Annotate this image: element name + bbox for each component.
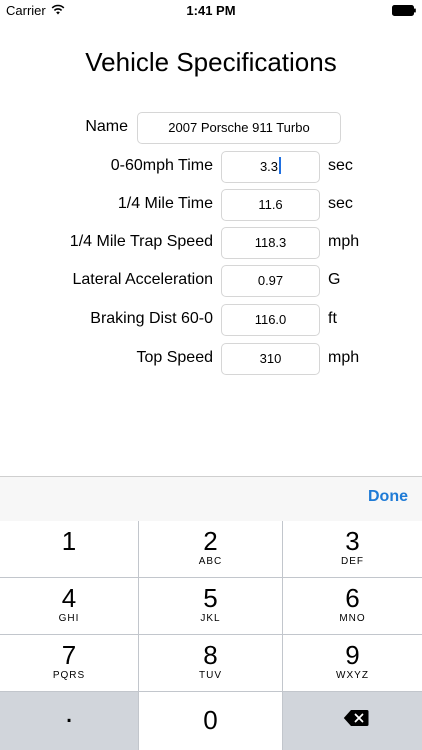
key-6[interactable]: 6 MNO: [283, 578, 422, 634]
key-digit: 6: [345, 583, 360, 613]
key-letters: ABC: [198, 556, 223, 567]
key-digit: 5: [203, 583, 218, 613]
screen: Carrier 1:41 PM Vehicle Specifications N…: [0, 0, 422, 750]
spec-row-lateral-acceleration: Lateral Acceleration 0.97 G: [0, 265, 422, 297]
spec-label: Braking Dist 60-0: [90, 310, 213, 327]
key-letters: GHI: [58, 613, 80, 624]
key-digit: 9: [345, 640, 360, 670]
key-3[interactable]: 3 DEF: [283, 521, 422, 577]
key-letters: JKL: [200, 613, 221, 624]
name-row: Name 2007 Porsche 911 Turbo: [0, 112, 422, 144]
key-0[interactable]: 0: [139, 692, 282, 750]
status-time: 1:41 PM: [186, 3, 236, 18]
spec-row-top-speed: Top Speed 310 mph: [0, 343, 422, 375]
spec-unit: sec: [328, 195, 353, 212]
key-digit: 0: [203, 705, 218, 735]
key-7[interactable]: 7 PQRS: [0, 635, 138, 691]
text-cursor: [279, 157, 282, 174]
field-value: 3.3: [259, 159, 279, 174]
spec-unit: sec: [328, 157, 353, 174]
key-letters: DEF: [341, 556, 364, 567]
spec-unit: mph: [328, 233, 360, 250]
key-2[interactable]: 2 ABC: [139, 521, 282, 577]
key-8[interactable]: 8 TUV: [139, 635, 282, 691]
key-digit: 7: [61, 640, 77, 670]
spec-label: 0-60mph Time: [110, 157, 213, 174]
braking-distance-input[interactable]: 116.0: [221, 304, 320, 336]
spec-label: Lateral Acceleration: [72, 271, 213, 288]
key-decimal[interactable]: .: [0, 692, 138, 750]
numeric-keypad: 1 2 ABC 3 DEF 4 GHI 5 JKL 6 MNO 7 PQRS 8…: [0, 521, 422, 750]
spec-label: 1/4 Mile Time: [117, 195, 213, 212]
key-9[interactable]: 9 WXYZ: [283, 635, 422, 691]
page-title: Vehicle Specifications: [85, 47, 337, 77]
key-digit: 4: [61, 583, 77, 613]
key-letters: PQRS: [52, 670, 86, 681]
spec-row-quarter-mile-time: 1/4 Mile Time 11.6 sec: [0, 189, 422, 221]
spec-label: Top Speed: [136, 349, 213, 366]
key-digit: .: [64, 696, 74, 729]
key-1[interactable]: 1: [0, 521, 138, 577]
delete-key[interactable]: [283, 692, 422, 750]
trap-speed-input[interactable]: 118.3: [221, 227, 320, 259]
status-bar: Carrier 1:41 PM: [0, 0, 422, 22]
key-digit: 2: [203, 526, 218, 556]
key-4[interactable]: 4 GHI: [0, 578, 138, 634]
spec-unit: ft: [328, 310, 337, 327]
keyboard-accessory-bar: Done: [0, 476, 422, 521]
spec-row-braking-distance: Braking Dist 60-0 116.0 ft: [0, 304, 422, 336]
key-5[interactable]: 5 JKL: [139, 578, 282, 634]
spec-label: 1/4 Mile Trap Speed: [69, 233, 213, 250]
zero-to-sixty-input[interactable]: 3.3: [221, 151, 320, 183]
spec-row-trap-speed: 1/4 Mile Trap Speed 118.3 mph: [0, 227, 422, 259]
quarter-mile-time-input[interactable]: 11.6: [221, 189, 320, 221]
battery-icon: [392, 5, 416, 16]
key-digit: 1: [61, 526, 77, 556]
spec-unit: mph: [328, 349, 360, 366]
key-letters: WXYZ: [336, 670, 369, 681]
spec-unit: G: [328, 271, 341, 288]
lateral-acceleration-input[interactable]: 0.97: [221, 265, 320, 297]
top-speed-input[interactable]: 310: [221, 343, 320, 375]
name-input[interactable]: 2007 Porsche 911 Turbo: [137, 112, 341, 144]
key-letters: MNO: [339, 613, 366, 624]
key-letters: TUV: [199, 670, 222, 681]
name-label: Name: [85, 118, 128, 135]
backspace-icon: [343, 710, 369, 726]
spec-row-0-60: 0-60mph Time 3.3 sec: [0, 151, 422, 183]
key-digit: 3: [345, 526, 360, 556]
done-button[interactable]: Done: [368, 488, 408, 506]
key-digit: 8: [203, 640, 218, 670]
